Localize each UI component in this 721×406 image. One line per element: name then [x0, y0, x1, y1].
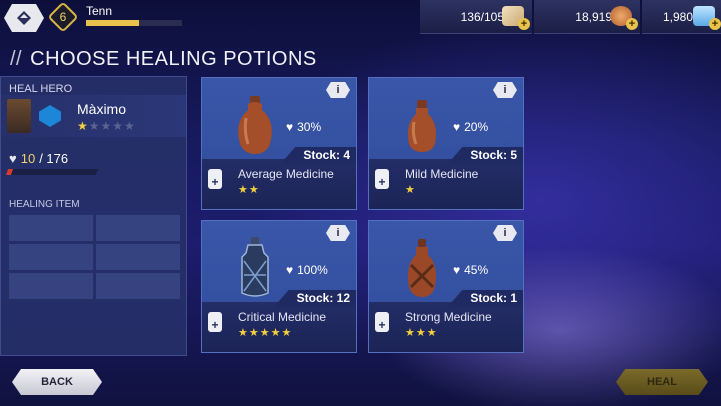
- healing-slot[interactable]: [96, 244, 180, 270]
- hero-name: Màximo: [77, 101, 127, 117]
- medicine-bottle-icon: +: [208, 169, 222, 189]
- xp-bar-fill: [86, 20, 139, 26]
- stock-count: Stock: 12: [274, 290, 356, 306]
- level-number: 6: [59, 10, 67, 24]
- heal-percent-value: 45%: [464, 263, 489, 277]
- crystals-counter[interactable]: 1,980 +: [642, 0, 721, 34]
- hero-panel: HEAL HERO Màximo ★★★★★ ♥ 10 / 176 HEALIN…: [0, 76, 187, 356]
- hero-avatar: [7, 99, 31, 133]
- heal-button[interactable]: HEAL: [616, 369, 708, 395]
- stock-count: Stock: 4: [281, 147, 356, 163]
- medicine-name: Mild Medicine: [405, 167, 479, 181]
- heal-percent-value: 20%: [464, 120, 489, 134]
- medicine-name: Critical Medicine: [238, 310, 327, 324]
- xp-bar: [86, 20, 182, 26]
- hero-stars-empty: ★★★★: [88, 119, 136, 133]
- heal-percent-value: 30%: [297, 120, 322, 134]
- title-text: CHOOSE HEALING POTIONS: [30, 48, 317, 70]
- player-name: Tenn: [86, 4, 113, 18]
- heart-icon: ♥: [9, 151, 17, 166]
- potion-bottle-icon: [241, 237, 269, 297]
- info-button[interactable]: i: [326, 225, 350, 241]
- add-coins-icon[interactable]: +: [626, 18, 638, 30]
- page-title: // CHOOSE HEALING POTIONS: [10, 48, 317, 71]
- potion-bottle-icon: [238, 96, 272, 154]
- title-prefix: //: [10, 48, 23, 70]
- medicine-bottle-icon: +: [208, 312, 222, 332]
- heart-icon: ♥: [286, 263, 294, 277]
- tickets-value: 136/105: [460, 9, 504, 24]
- hp-bar-fill: [5, 169, 14, 175]
- heart-icon: ♥: [453, 120, 461, 134]
- hp-max: / 176: [39, 151, 69, 166]
- info-button[interactable]: i: [493, 225, 517, 241]
- healing-slot[interactable]: [9, 273, 93, 299]
- medicine-stars: ★★★: [405, 327, 438, 339]
- potion-bottle-icon: [407, 100, 437, 152]
- card-footer: Stock: 12 + Critical Medicine ★★★★★: [202, 290, 356, 352]
- coins-value: 18,919: [575, 9, 612, 24]
- back-button[interactable]: BACK: [12, 369, 102, 395]
- healing-slot[interactable]: [96, 215, 180, 241]
- tickets-counter[interactable]: 136/105 +: [420, 0, 532, 34]
- heal-percent: ♥ 20%: [453, 120, 488, 134]
- hero-stars-filled: ★: [77, 119, 89, 133]
- medicine-stars: ★: [405, 184, 416, 196]
- healing-item-slots: [9, 215, 181, 299]
- crystals-value: 1,980: [662, 9, 693, 24]
- heal-percent: ♥ 100%: [286, 263, 328, 277]
- info-button[interactable]: i: [493, 82, 517, 98]
- potion-card-critical[interactable]: i ♥ 100% Stock: 12 + Critical Medicine ★★…: [201, 220, 357, 353]
- hero-stars: ★★★★★: [77, 119, 136, 133]
- heal-percent: ♥ 45%: [453, 263, 488, 277]
- heal-percent: ♥ 30%: [286, 120, 321, 134]
- medicine-stars: ★★: [238, 184, 260, 196]
- hp-current: 10: [20, 151, 36, 166]
- card-footer: Stock: 5 + Mild Medicine ★: [369, 147, 523, 209]
- healing-slot[interactable]: [96, 273, 180, 299]
- medicine-bottle-icon: +: [375, 312, 389, 332]
- heart-icon: ♥: [453, 263, 461, 277]
- healing-slot[interactable]: [9, 244, 93, 270]
- potion-card-strong[interactable]: i ♥ 45% Stock: 1 + Strong Medicine ★★★: [368, 220, 524, 353]
- add-crystals-icon[interactable]: +: [709, 18, 721, 30]
- medicine-stars: ★★★★★: [238, 327, 293, 339]
- medicine-bottle-icon: +: [375, 169, 389, 189]
- top-bar: 6 Tenn 136/105 + 18,919 + 1,980 +: [0, 0, 721, 36]
- card-footer: Stock: 4 + Average Medicine ★★: [202, 147, 356, 209]
- medicine-name: Strong Medicine: [405, 310, 492, 324]
- heal-hero-label: HEAL HERO: [9, 83, 73, 95]
- potion-card-average[interactable]: i ♥ 30% Stock: 4 + Average Medicine ★★: [201, 77, 357, 210]
- crest-icon: [17, 11, 31, 25]
- heart-icon: ♥: [286, 120, 294, 134]
- hero-hp: ♥ 10 / 176: [9, 151, 68, 166]
- game-logo-button[interactable]: [4, 4, 44, 32]
- add-tickets-icon[interactable]: +: [518, 18, 530, 30]
- potion-card-mild[interactable]: i ♥ 20% Stock: 5 + Mild Medicine ★: [368, 77, 524, 210]
- heal-percent-value: 100%: [297, 263, 328, 277]
- hero-class-icon: [39, 105, 61, 127]
- potion-bottle-icon: [407, 239, 437, 297]
- hero-card[interactable]: Màximo ★★★★★: [1, 95, 186, 137]
- info-button[interactable]: i: [326, 82, 350, 98]
- healing-slot[interactable]: [9, 215, 93, 241]
- stock-count: Stock: 5: [448, 147, 523, 163]
- card-footer: Stock: 1 + Strong Medicine ★★★: [369, 290, 523, 352]
- healing-item-label: HEALING ITEM: [9, 199, 80, 210]
- medicine-name: Average Medicine: [238, 167, 334, 181]
- hp-bar: [5, 169, 99, 175]
- stock-count: Stock: 1: [448, 290, 523, 306]
- coins-counter[interactable]: 18,919 +: [534, 0, 640, 34]
